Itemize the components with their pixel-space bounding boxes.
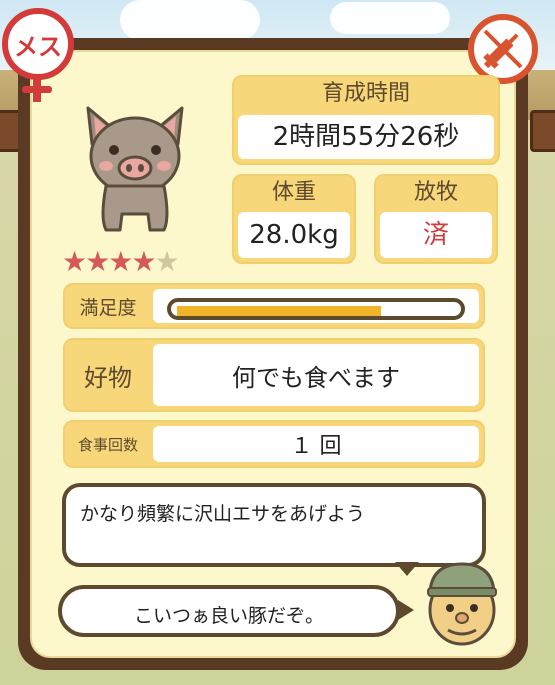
- farmer-speech-bubble: こいつぁ良い豚だぞ。: [58, 585, 400, 637]
- female-symbol-cross: [22, 86, 52, 93]
- weight-label: 体重: [271, 180, 316, 205]
- breeding-time-value: 2時間55分26秒: [238, 115, 494, 159]
- rating-star-icon: ★: [85, 245, 110, 278]
- rating-star-icon: ★: [131, 245, 156, 278]
- satisfaction-label: 満足度: [79, 296, 137, 319]
- weight-box: 体重 28.0kg: [232, 174, 356, 264]
- grazing-value: 済: [380, 212, 492, 258]
- satisfaction-bar: [167, 298, 465, 320]
- favorite-food-label: 好物: [84, 363, 132, 392]
- pig-icon: [70, 98, 200, 238]
- grazing-label: 放牧: [413, 180, 458, 205]
- meal-count-row: 食事回数 １ 回: [63, 420, 485, 468]
- weight-value: 28.0kg: [238, 212, 350, 258]
- satisfaction-bar-fill: [177, 306, 381, 316]
- hint-speech-bubble: かなり頻繁に沢山エサをあげよう: [62, 483, 486, 567]
- breeding-time-box: 育成時間 2時間55分26秒: [232, 75, 500, 165]
- meal-count-label: 食事回数: [77, 435, 138, 454]
- cloud: [330, 2, 450, 34]
- breeding-time-label: 育成時間: [321, 81, 410, 106]
- hint-bubble-tail: [395, 562, 419, 576]
- rating-star-icon: ★: [154, 245, 179, 278]
- farmer-comment-text: こいつぁ良い豚だぞ。: [133, 605, 324, 627]
- farmer-avatar: [422, 558, 502, 648]
- cloud: [120, 0, 260, 40]
- satisfaction-bar-area: [153, 289, 479, 323]
- meal-count-value: １ 回: [153, 426, 479, 462]
- farmer-bubble-tail: [398, 600, 414, 620]
- grazing-box: 放牧 済: [374, 174, 498, 264]
- hint-text: かなり頻繁に沢山エサをあげよう: [80, 503, 366, 525]
- fence-post: [530, 110, 555, 152]
- rating-star-icon: ★: [62, 245, 87, 278]
- favorite-food-value: 何でも食べます: [153, 344, 479, 406]
- rating-stars: ★★★★★: [62, 245, 180, 278]
- gender-label: メス: [14, 32, 62, 61]
- syringe-prohibited-icon: [468, 14, 538, 84]
- rating-star-icon: ★: [108, 245, 133, 278]
- satisfaction-row: 満足度: [63, 283, 485, 329]
- female-badge: メス: [2, 8, 74, 80]
- favorite-food-row: 好物 何でも食べます: [63, 338, 485, 412]
